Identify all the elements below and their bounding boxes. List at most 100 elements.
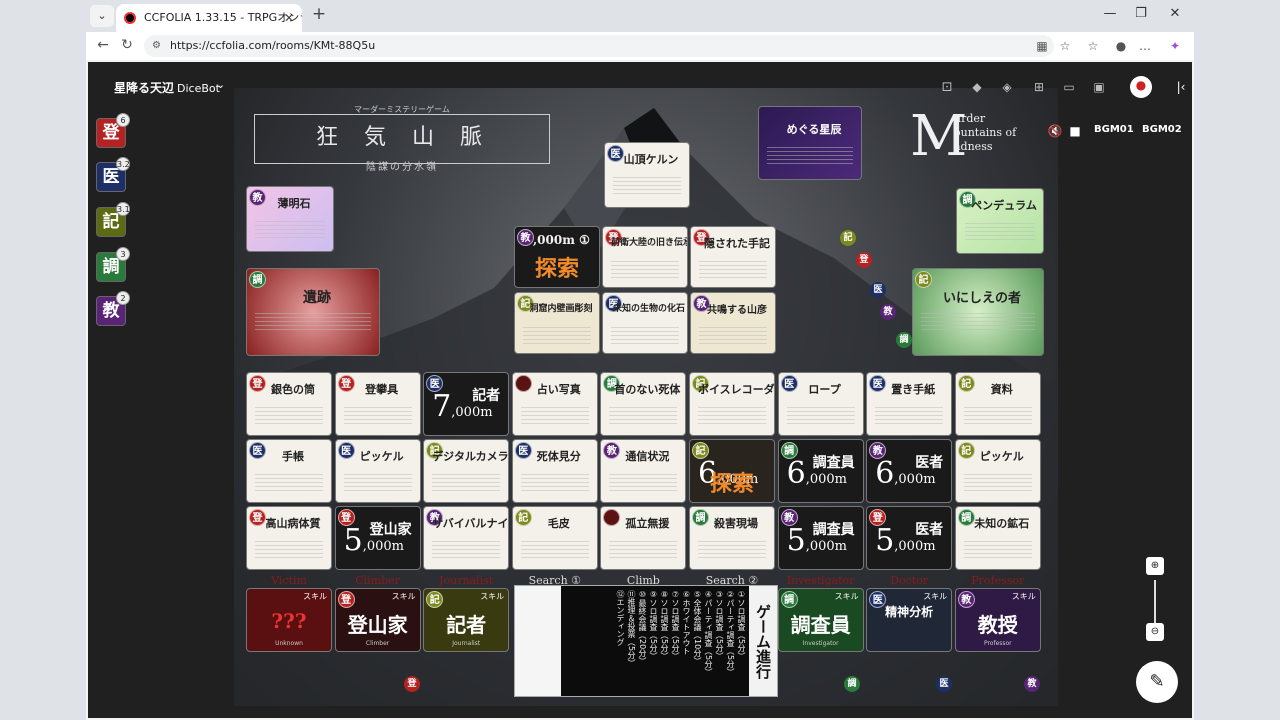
grid-card[interactable]: 登銀色の筒 xyxy=(246,372,332,436)
zoom-out-icon[interactable]: ⊖ xyxy=(1146,623,1164,641)
install-app-icon[interactable]: ▦ xyxy=(1033,37,1051,55)
card-fossil[interactable]: 医 未知の生物の化石 xyxy=(602,292,688,354)
grid-card[interactable]: 登 5,000m 登山家 xyxy=(334,506,421,570)
more-menu-icon[interactable]: … xyxy=(1136,37,1154,55)
altitude-digit: 6 xyxy=(786,456,806,491)
board-token[interactable]: 登 xyxy=(404,676,420,692)
grid-card[interactable]: 登登攀具 xyxy=(334,372,421,436)
card-badge: 教 xyxy=(517,229,534,246)
skill-name: 精神分析 xyxy=(885,605,934,619)
back-arrow-icon[interactable]: ← xyxy=(94,37,112,53)
mute-icon[interactable]: 🔇 xyxy=(1046,122,1064,140)
board-token[interactable]: 登 xyxy=(856,252,872,268)
grid-card[interactable]: 調殺害現場 xyxy=(689,506,775,570)
bookmark-star-icon[interactable]: ☆ xyxy=(1056,37,1074,55)
game-progress-panel[interactable]: ①ソロ調査（5分） ②パーティ調査（5分） ③ソロ調査（5分） ④パーティ調査（5分）… xyxy=(514,585,778,697)
grid-card[interactable]: 医ピッケル xyxy=(334,439,421,503)
board-token[interactable]: 医 xyxy=(870,282,886,298)
grid-card[interactable]: 教 5,000m 調査員 xyxy=(777,506,864,570)
copilot-icon[interactable]: ✦ xyxy=(1166,37,1184,55)
tab-list-dropdown[interactable]: ⌄ xyxy=(90,5,114,27)
skill-label: スキル xyxy=(834,592,859,601)
grid-card[interactable]: 記デジタルカメラ xyxy=(423,439,510,503)
bgm-track-2[interactable]: BGM02 xyxy=(1142,124,1182,135)
tab-close-icon[interactable]: ✕ xyxy=(284,4,294,32)
card-title: 資料 xyxy=(990,383,1013,396)
skill-card[interactable]: 調 スキル 調査員 Investigator xyxy=(777,588,864,652)
profile-avatar-icon[interactable]: ● xyxy=(1112,37,1130,55)
grid-card[interactable]: 医死体見分 xyxy=(511,439,598,503)
skill-english: Unknown xyxy=(275,640,303,647)
card-legend[interactable]: 登 前衛大陸の旧き伝承 xyxy=(602,226,688,288)
card-title: 死体見分 xyxy=(536,450,581,463)
minimize-button[interactable]: — xyxy=(1099,6,1121,21)
card-ancient[interactable]: 記 いにしえの者 xyxy=(912,268,1044,356)
favorites-icon[interactable]: ☆ xyxy=(1084,37,1102,55)
grid-card[interactable]: 記ボイスレコーダー xyxy=(689,372,775,436)
add-icon[interactable]: ⊞ xyxy=(1030,78,1048,96)
card-summit[interactable]: 医 山頂ケルン xyxy=(604,142,690,208)
grid-card[interactable]: 医 7,000m 記者 xyxy=(423,372,510,436)
grid-card[interactable]: 孤立無援 xyxy=(600,506,687,570)
grid-card[interactable]: 記毛皮 xyxy=(511,506,598,570)
board-token[interactable]: 教 xyxy=(1024,676,1040,692)
bgm-track-1[interactable]: BGM01 xyxy=(1094,124,1134,135)
grid-card[interactable]: 登高山病体質 xyxy=(246,506,332,570)
card-mural[interactable]: 記 洞窟内壁画彫刻 xyxy=(514,292,600,354)
card-event[interactable]: めぐる星辰 xyxy=(758,106,862,180)
zoom-in-icon[interactable]: ⊕ xyxy=(1146,557,1164,575)
grid-card[interactable]: 教サバイバルナイフ xyxy=(423,506,510,570)
card-ruins[interactable]: 調 遺跡 xyxy=(246,268,380,356)
room-menu-chevron-icon[interactable]: ⌄ xyxy=(216,78,225,91)
tab-ccfolia[interactable]: CCFOLIA 1.33.15 - TRPGオンラインセ ✕ xyxy=(116,4,302,32)
board-token[interactable]: 記 xyxy=(840,230,856,246)
skill-card[interactable]: スキル??? Unknown xyxy=(246,588,332,652)
grid-card[interactable]: 記資料 xyxy=(954,372,1041,436)
skill-card[interactable]: 教 スキル 教授 Professor xyxy=(954,588,1041,652)
screen-icon[interactable]: ▭ xyxy=(1060,78,1078,96)
room-title[interactable]: 星降る天辺 DiceBot xyxy=(114,79,220,96)
grid-card[interactable]: 教 6,000m 医者 xyxy=(866,439,953,503)
stop-icon[interactable]: ■ xyxy=(1066,122,1084,140)
url-field[interactable]: ⚙ https://ccfolia.com/rooms/KMt-88Q5u xyxy=(144,35,1054,57)
grid-card[interactable]: 調 6,000m 調査員 xyxy=(777,439,864,503)
card-resonance[interactable]: 教 共鳴する山彦 xyxy=(690,292,776,354)
grid-card[interactable]: 教通信状況 xyxy=(600,439,687,503)
edit-pencil-icon[interactable]: ✎ xyxy=(1136,661,1178,703)
new-tab-button[interactable]: + xyxy=(308,4,330,26)
close-window-button[interactable]: ✕ xyxy=(1164,6,1186,21)
grid-card[interactable]: 記6,000m ②探索 xyxy=(689,439,775,503)
skill-name: 調査員 xyxy=(790,613,851,637)
grid-card[interactable]: 調首のない死体 xyxy=(600,372,687,436)
grid-card[interactable]: 医ロープ xyxy=(777,372,864,436)
restore-button[interactable]: ❐ xyxy=(1130,6,1152,21)
board-token[interactable]: 医 xyxy=(936,676,952,692)
dice-icon[interactable]: ⚀ xyxy=(938,78,956,96)
card-menthol[interactable]: 教 薄明石 xyxy=(246,186,334,252)
card-hidden-notes[interactable]: 登 隠された手記 xyxy=(690,226,776,288)
grid-card[interactable]: 占い写真 xyxy=(511,372,598,436)
card-search-1[interactable]: 教 ,000m ① 探索 xyxy=(514,226,600,288)
grid-card[interactable]: 登 5,000m 医者 xyxy=(866,506,953,570)
layer-icon[interactable]: ◆ xyxy=(968,78,986,96)
skill-card[interactable]: 登 スキル 登山家 Climber xyxy=(334,588,421,652)
grid-card[interactable]: 医置き手紙 xyxy=(866,372,953,436)
grid-card[interactable]: 調未知の鉱石 xyxy=(954,506,1041,570)
board-token[interactable]: 調 xyxy=(896,332,912,348)
board-token[interactable]: 教 xyxy=(880,304,896,320)
reload-icon[interactable]: ↻ xyxy=(118,37,136,53)
layers-icon[interactable]: ◈ xyxy=(998,78,1016,96)
grid-card[interactable]: 医手帳 xyxy=(246,439,332,503)
game-board[interactable]: マーダーミステリーゲーム 狂気山脈 陰謀の分水嶺 M urder ountain… xyxy=(234,88,1058,706)
skill-card[interactable]: 記 スキル 記者 Journalist xyxy=(423,588,510,652)
scene-icon[interactable]: ▣ xyxy=(1090,78,1108,96)
zoom-slider[interactable] xyxy=(1154,580,1156,624)
card-pendulum[interactable]: 調 ペンデュラム xyxy=(956,188,1044,254)
board-token[interactable]: 調 xyxy=(844,676,860,692)
collapse-panel-icon[interactable]: |‹ xyxy=(1172,78,1190,96)
user-avatar-icon[interactable]: ● xyxy=(1130,76,1152,98)
site-info-icon[interactable]: ⚙ xyxy=(152,35,161,57)
grid-card[interactable]: 記ピッケル xyxy=(954,439,1041,503)
card-text xyxy=(698,541,766,561)
skill-card[interactable]: 医スキル 精神分析 xyxy=(866,588,953,652)
